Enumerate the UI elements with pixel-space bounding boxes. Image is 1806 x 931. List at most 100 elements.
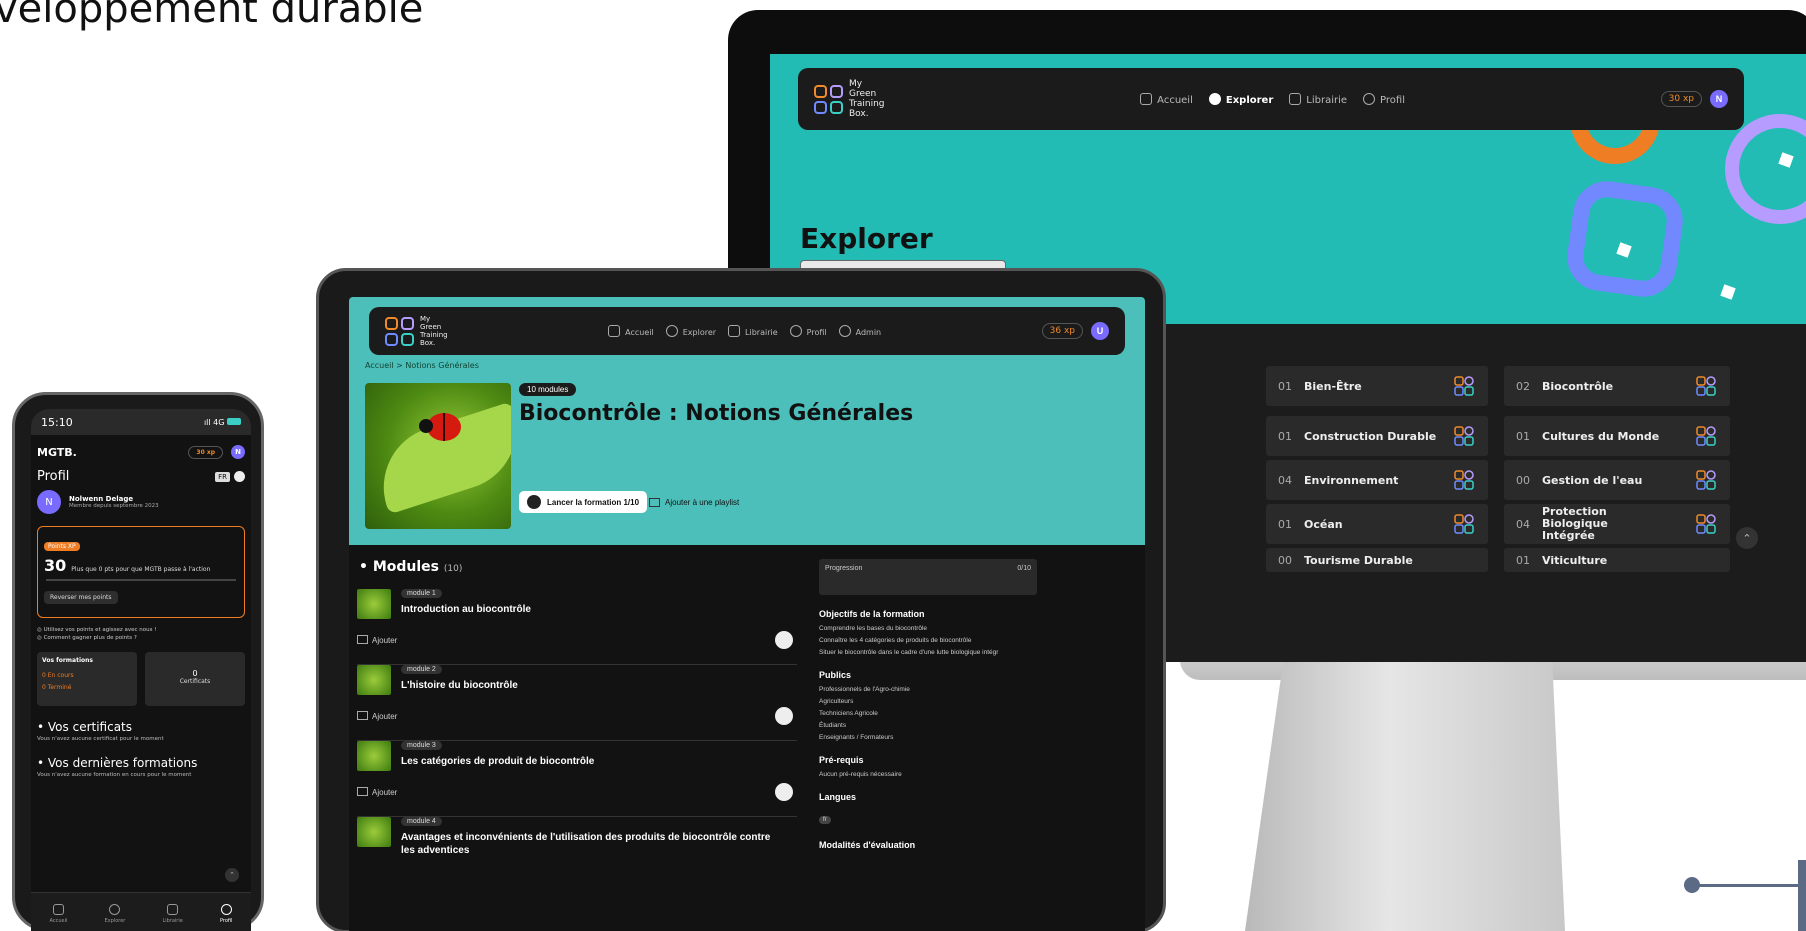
- view-eye-icon[interactable]: [775, 631, 793, 649]
- nav-profil[interactable]: Profil: [1363, 92, 1405, 106]
- nav-accueil[interactable]: Accueil: [608, 325, 654, 337]
- category-card[interactable]: 04 Protection Biologique Intégrée: [1504, 504, 1730, 544]
- add-playlist-button[interactable]: Ajouter à une playlist: [649, 491, 739, 513]
- category-icon: [1696, 470, 1716, 490]
- category-card[interactable]: 04 Environnement: [1266, 460, 1488, 500]
- xp-badge[interactable]: 30 xp: [188, 445, 223, 459]
- language-chip: fr: [819, 816, 831, 824]
- logo[interactable]: My Green Training Box.: [814, 79, 885, 119]
- recent-formations-heading: • Vos dernières formations: [37, 756, 198, 770]
- module-add-button[interactable]: Ajouter: [357, 635, 397, 645]
- launch-button[interactable]: Lancer la formation 1/10: [519, 491, 648, 513]
- nav-explorer[interactable]: Explorer: [1208, 92, 1273, 106]
- modules-heading: • Modules (10): [359, 559, 463, 575]
- tab-bar: Accueil Explorer Librairie Profil: [31, 892, 251, 931]
- breadcrumb[interactable]: Accueil > Notions Générales: [365, 361, 479, 370]
- recent-formations-empty: Vous n'avez aucune formation en cours po…: [37, 772, 192, 778]
- nav-librairie[interactable]: Librairie: [728, 325, 778, 337]
- desktop-navbar: My Green Training Box. Accueil Explorer Lib…: [798, 68, 1744, 130]
- xp-badge[interactable]: 30 xp: [1660, 91, 1702, 107]
- playlist-icon: [649, 497, 660, 507]
- tips: ◎ Utilisez vos points et agissez avec no…: [31, 618, 251, 642]
- scroll-up-button[interactable]: ⌃: [225, 868, 239, 882]
- category-card[interactable]: 01 Viticulture: [1504, 548, 1730, 572]
- logo-text: My Green Training Box.: [420, 315, 448, 347]
- scroll-up-button[interactable]: ⌃: [1736, 527, 1758, 549]
- category-card[interactable]: 00 Tourisme Durable: [1266, 548, 1488, 572]
- category-card[interactable]: 01 Cultures du Monde: [1504, 416, 1730, 456]
- view-eye-icon[interactable]: [775, 707, 793, 725]
- reverse-points-button[interactable]: Reverser mes points: [44, 591, 118, 604]
- xp-progress-bar: [46, 579, 236, 581]
- module-add-button[interactable]: Ajouter: [357, 787, 397, 797]
- settings-icon[interactable]: [234, 471, 245, 482]
- category-label: Cultures du Monde: [1542, 429, 1660, 443]
- module-thumbnail: [357, 741, 391, 771]
- deco-purple-ring: [1725, 114, 1806, 224]
- category-card[interactable]: 01 Construction Durable: [1266, 416, 1488, 456]
- nav-profil[interactable]: Profil: [789, 325, 827, 337]
- home-icon: [52, 903, 64, 915]
- avatar[interactable]: N: [1709, 90, 1728, 108]
- page-title: Explorer: [800, 222, 933, 255]
- tip-link[interactable]: ◎ Comment gagner plus de points ?: [37, 634, 245, 642]
- deco-dot: [1720, 284, 1736, 300]
- tab-accueil[interactable]: Accueil: [50, 903, 67, 924]
- nav-explorer[interactable]: Explorer: [665, 325, 716, 337]
- phone-header: MGTB. 30 xp N: [31, 435, 251, 459]
- category-label: Gestion de l'eau: [1542, 473, 1643, 487]
- category-label: Bien-Être: [1304, 379, 1362, 393]
- nav-admin[interactable]: Admin: [838, 325, 881, 337]
- xp-badge[interactable]: 36 xp: [1041, 323, 1083, 339]
- module-item[interactable]: module 3 Les catégories de produit de bi…: [357, 741, 797, 817]
- logo-text: My Green Training Box.: [849, 79, 885, 119]
- category-card[interactable]: 02 Biocontrôle: [1504, 366, 1730, 406]
- deco-blue-square: [1562, 176, 1688, 302]
- xp-tag: Points XP: [44, 542, 80, 551]
- deco-line: [1690, 884, 1806, 887]
- view-eye-icon[interactable]: [775, 783, 793, 801]
- xp-card: Points XP 30 Plus que 0 pts pour que MGTB…: [37, 526, 245, 618]
- category-label: Viticulture: [1542, 553, 1608, 567]
- tip-link[interactable]: ◎ Utilisez vos points et agissez avec no…: [37, 626, 245, 634]
- deco-bar: [1798, 860, 1806, 931]
- objectives-heading: Objectifs de la formation: [819, 609, 925, 619]
- module-title: Avantages et inconvénients de l'utilisat…: [401, 832, 771, 856]
- eye-icon: [1208, 92, 1221, 105]
- play-icon: [527, 495, 541, 509]
- brand-label[interactable]: MGTB.: [37, 446, 77, 459]
- category-card[interactable]: 01 Bien-Être: [1266, 366, 1488, 406]
- category-card[interactable]: 00 Gestion de l'eau: [1504, 460, 1730, 500]
- category-icon: [1696, 376, 1716, 396]
- gear-icon: [838, 325, 851, 337]
- logo[interactable]: My Green Training Box.: [385, 315, 448, 347]
- nav-librairie[interactable]: Librairie: [1289, 92, 1347, 106]
- module-title: Les catégories de produit de biocontrôle: [401, 756, 595, 767]
- tab-explorer[interactable]: Explorer: [105, 903, 125, 924]
- language-toggle[interactable]: FR: [215, 471, 230, 482]
- category-icon: [1454, 426, 1474, 446]
- category-card[interactable]: 01 Océan: [1266, 504, 1488, 544]
- user-info: N Nolwenn Delage Membre depuis septembre…: [31, 484, 251, 514]
- add-icon: [357, 711, 368, 720]
- category-label: Construction Durable: [1304, 429, 1437, 443]
- publics-heading: Publics: [819, 670, 852, 680]
- module-title: L'histoire du biocontrôle: [401, 680, 518, 691]
- module-item[interactable]: module 4 Avantages et inconvénients de l…: [357, 817, 797, 893]
- avatar[interactable]: U: [1091, 322, 1109, 340]
- module-item[interactable]: module 2 L'histoire du biocontrôle Ajout…: [357, 665, 797, 741]
- course-image: [365, 383, 511, 529]
- category-icon: [1454, 376, 1474, 396]
- logo-icon: [385, 316, 414, 346]
- module-thumbnail: [357, 589, 391, 619]
- module-add-button[interactable]: Ajouter: [357, 711, 397, 721]
- avatar[interactable]: N: [231, 445, 245, 459]
- tab-profil[interactable]: Profil: [220, 903, 232, 924]
- category-label: Protection Biologique Intégrée: [1542, 505, 1608, 542]
- module-item[interactable]: module 1 Introduction au biocontrôle Ajo…: [357, 589, 797, 665]
- category-icon: [1454, 514, 1474, 534]
- user-member-since: Membre depuis septembre 2023: [69, 503, 159, 509]
- category-icon: [1696, 514, 1716, 534]
- tab-librairie[interactable]: Librairie: [162, 903, 183, 924]
- nav-accueil[interactable]: Accueil: [1140, 92, 1193, 106]
